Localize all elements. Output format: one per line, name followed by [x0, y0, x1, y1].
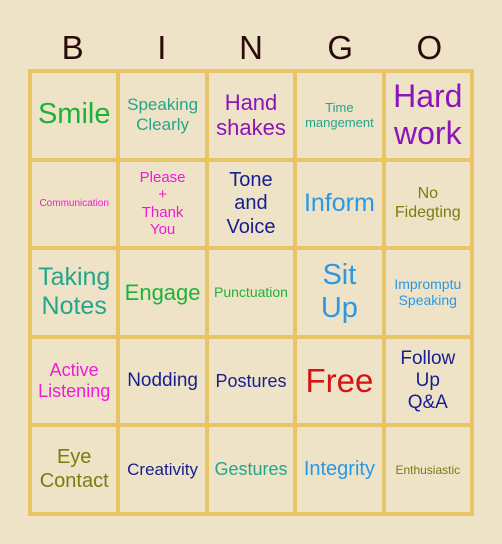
bingo-cell[interactable]: Follow Up Q&A [385, 338, 470, 424]
cell-label: Active Listening [38, 360, 111, 402]
bingo-cell[interactable]: Inform [297, 161, 382, 247]
bingo-cell[interactable]: Integrity [297, 427, 382, 512]
cell-label: Time mangement [305, 100, 374, 131]
cell-label: Hard work [393, 77, 463, 152]
bingo-cell[interactable]: Gestures [208, 427, 294, 512]
cell-label: Follow Up Q&A [400, 347, 456, 414]
cell-label: Taking Notes [38, 263, 111, 321]
bingo-cell[interactable]: Smile [32, 73, 117, 158]
bingo-cell[interactable]: Enthusiastic [385, 427, 470, 512]
free-space-cell[interactable]: Free [297, 338, 382, 424]
cell-label: Please + Thank You [139, 168, 186, 239]
bingo-cell[interactable]: Nodding [120, 338, 205, 424]
bingo-cell[interactable]: Postures [208, 338, 294, 424]
header-letter-b: B [61, 29, 84, 66]
bingo-cell[interactable]: Tone and Voice [208, 161, 294, 247]
header-letter-i: I [157, 29, 167, 66]
bingo-cell[interactable]: Engage [120, 250, 205, 335]
cell-label: Hand shakes [216, 89, 286, 141]
bingo-cell[interactable]: Taking Notes [32, 250, 117, 335]
cell-label: Punctuation [214, 284, 288, 301]
cell-label: Communication [39, 198, 109, 210]
cell-label: Inform [303, 189, 375, 218]
header-letter-n: N [239, 29, 263, 66]
cell-label: Speaking Clearly [127, 95, 199, 135]
bingo-cell[interactable]: Sit Up [297, 250, 382, 335]
bingo-cell[interactable]: Speaking Clearly [120, 73, 205, 158]
bingo-cell[interactable]: Communication [32, 161, 117, 247]
header-letter-o: O [416, 29, 443, 66]
cell-label: Eye Contact [39, 446, 109, 492]
cell-label: Integrity [303, 457, 375, 480]
cell-label: Creativity [127, 459, 199, 479]
cell-label: Gestures [214, 459, 288, 480]
cell-label: Engage [124, 279, 201, 305]
bingo-cell[interactable]: No Fidegting [385, 161, 470, 247]
bingo-cell[interactable]: Time mangement [297, 73, 382, 158]
header-letter-g: G [327, 29, 354, 66]
bingo-cell[interactable]: Creativity [120, 427, 205, 512]
cell-label: Postures [215, 370, 287, 391]
cell-label: Impromptu Speaking [394, 276, 462, 309]
bingo-cell[interactable]: Eye Contact [32, 427, 117, 512]
bingo-cell[interactable]: Active Listening [32, 338, 117, 424]
cell-label: Enthusiastic [395, 462, 461, 477]
cell-label: Smile [37, 98, 111, 131]
bingo-header: B I N G O [28, 28, 474, 68]
cell-label: Nodding [127, 369, 198, 391]
bingo-cell[interactable]: Hard work [385, 73, 470, 158]
bingo-cell[interactable]: Impromptu Speaking [385, 250, 470, 335]
cell-label: Tone and Voice [226, 168, 276, 238]
cell-label: No Fidegting [394, 185, 461, 221]
bingo-cell[interactable]: Please + Thank You [120, 161, 205, 247]
bingo-cell[interactable]: Hand shakes [208, 73, 294, 158]
cell-label: Free [305, 361, 374, 399]
bingo-cell[interactable]: Punctuation [208, 250, 294, 335]
bingo-board: Smile Speaking Clearly Hand shakes Time mangem… [28, 69, 474, 516]
cell-label: Sit Up [320, 258, 358, 325]
